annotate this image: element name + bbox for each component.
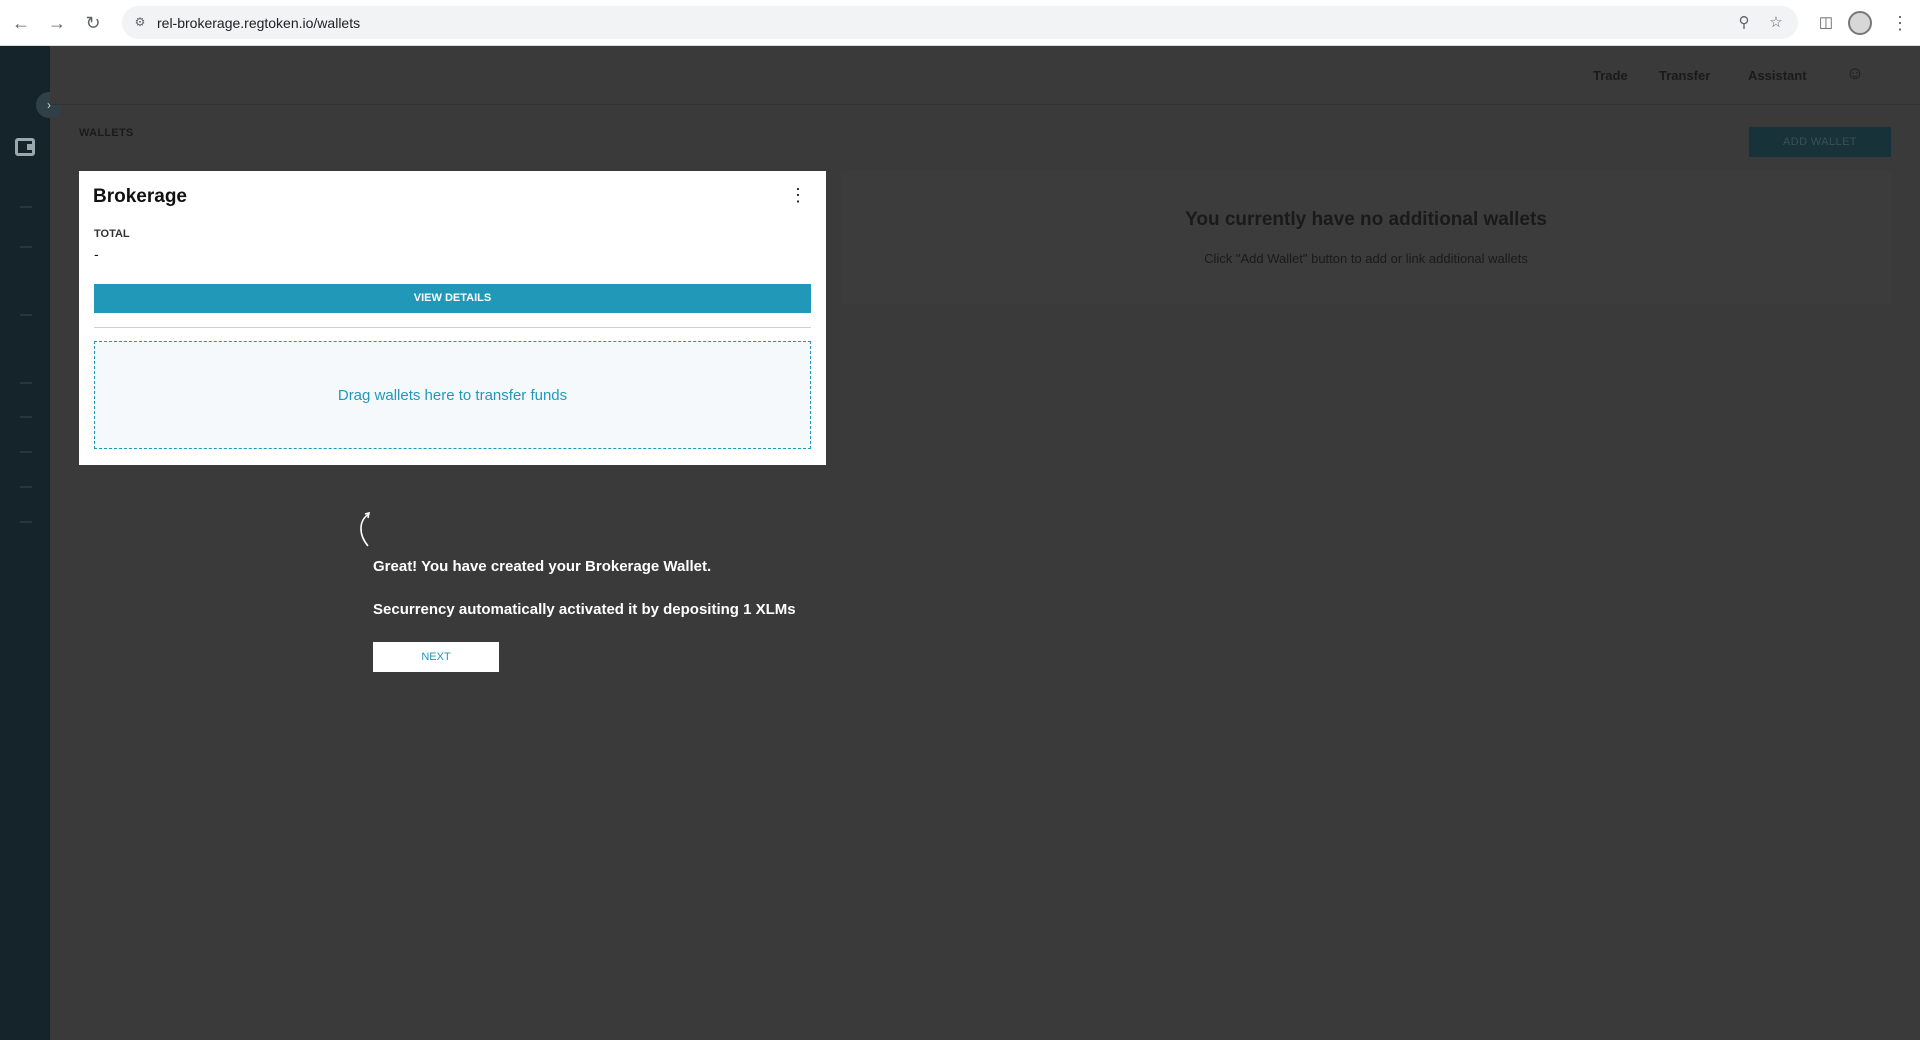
tour-message-line2: Securrency automatically activated it by… <box>373 601 796 618</box>
empty-state-title: You currently have no additional wallets <box>1185 209 1547 230</box>
sidebar-item-placeholder <box>20 521 32 523</box>
breadcrumb: WALLETS <box>79 127 134 139</box>
nav-transfer[interactable]: Transfer <box>1659 68 1710 83</box>
sidebar-item-placeholder <box>20 382 32 384</box>
wallet-icon[interactable] <box>15 138 35 156</box>
tour-arrow-icon <box>360 511 371 547</box>
url-text[interactable]: rel-brokerage.regtoken.io/wallets <box>157 15 360 31</box>
total-value: - <box>94 246 99 262</box>
back-icon[interactable]: ← <box>9 11 33 35</box>
side-panel-icon[interactable]: ◫ <box>1815 12 1837 34</box>
wallet-name: Brokerage <box>93 186 187 207</box>
wallet-menu-icon[interactable]: ⋮ <box>788 182 808 208</box>
sidebar-item-placeholder <box>20 314 32 316</box>
sidebar-item-placeholder <box>20 451 32 453</box>
wallet-card: Brokerage ⋮ TOTAL - VIEW DETAILS Drag wa… <box>79 171 826 465</box>
dropzone-text: Drag wallets here to transfer funds <box>337 387 568 404</box>
browser-toolbar: ← → ↻ ⚙ rel-brokerage.regtoken.io/wallet… <box>0 0 1920 46</box>
zoom-icon[interactable]: ⚲ <box>1734 13 1754 33</box>
add-wallet-button[interactable]: ADD WALLET <box>1749 127 1891 157</box>
empty-wallets-panel: You currently have no additional wallets… <box>841 171 1891 304</box>
profile-icon[interactable] <box>1848 11 1872 35</box>
app-header: Trade Transfer Assistant ☺ <box>50 46 1920 105</box>
sidebar: › <box>0 46 62 1040</box>
star-icon[interactable]: ☆ <box>1766 13 1786 33</box>
divider <box>94 327 811 328</box>
nav-assistant[interactable]: Assistant <box>1748 68 1807 83</box>
reload-icon[interactable]: ↻ <box>81 11 105 35</box>
empty-state-subtitle: Click "Add Wallet" button to add or link… <box>1204 251 1528 266</box>
address-bar[interactable]: ⚙ rel-brokerage.regtoken.io/wallets ⚲ ☆ <box>122 6 1798 39</box>
sidebar-item-placeholder <box>20 416 32 418</box>
forward-icon[interactable]: → <box>45 11 69 35</box>
site-settings-icon[interactable]: ⚙ <box>132 14 148 30</box>
users-icon[interactable]: ☺ <box>1844 62 1866 84</box>
transfer-dropzone[interactable]: Drag wallets here to transfer funds <box>94 341 811 449</box>
sidebar-item-placeholder <box>20 486 32 488</box>
nav-trade[interactable]: Trade <box>1593 68 1628 83</box>
more-icon[interactable]: ⋮ <box>1890 11 1910 35</box>
sidebar-item-placeholder <box>20 206 32 208</box>
tour-message-line1: Great! You have created your Brokerage W… <box>373 558 712 575</box>
sidebar-item-placeholder <box>20 246 32 248</box>
tour-next-button[interactable]: NEXT <box>373 642 499 672</box>
view-details-button[interactable]: VIEW DETAILS <box>94 284 811 313</box>
total-label: TOTAL <box>94 228 130 240</box>
